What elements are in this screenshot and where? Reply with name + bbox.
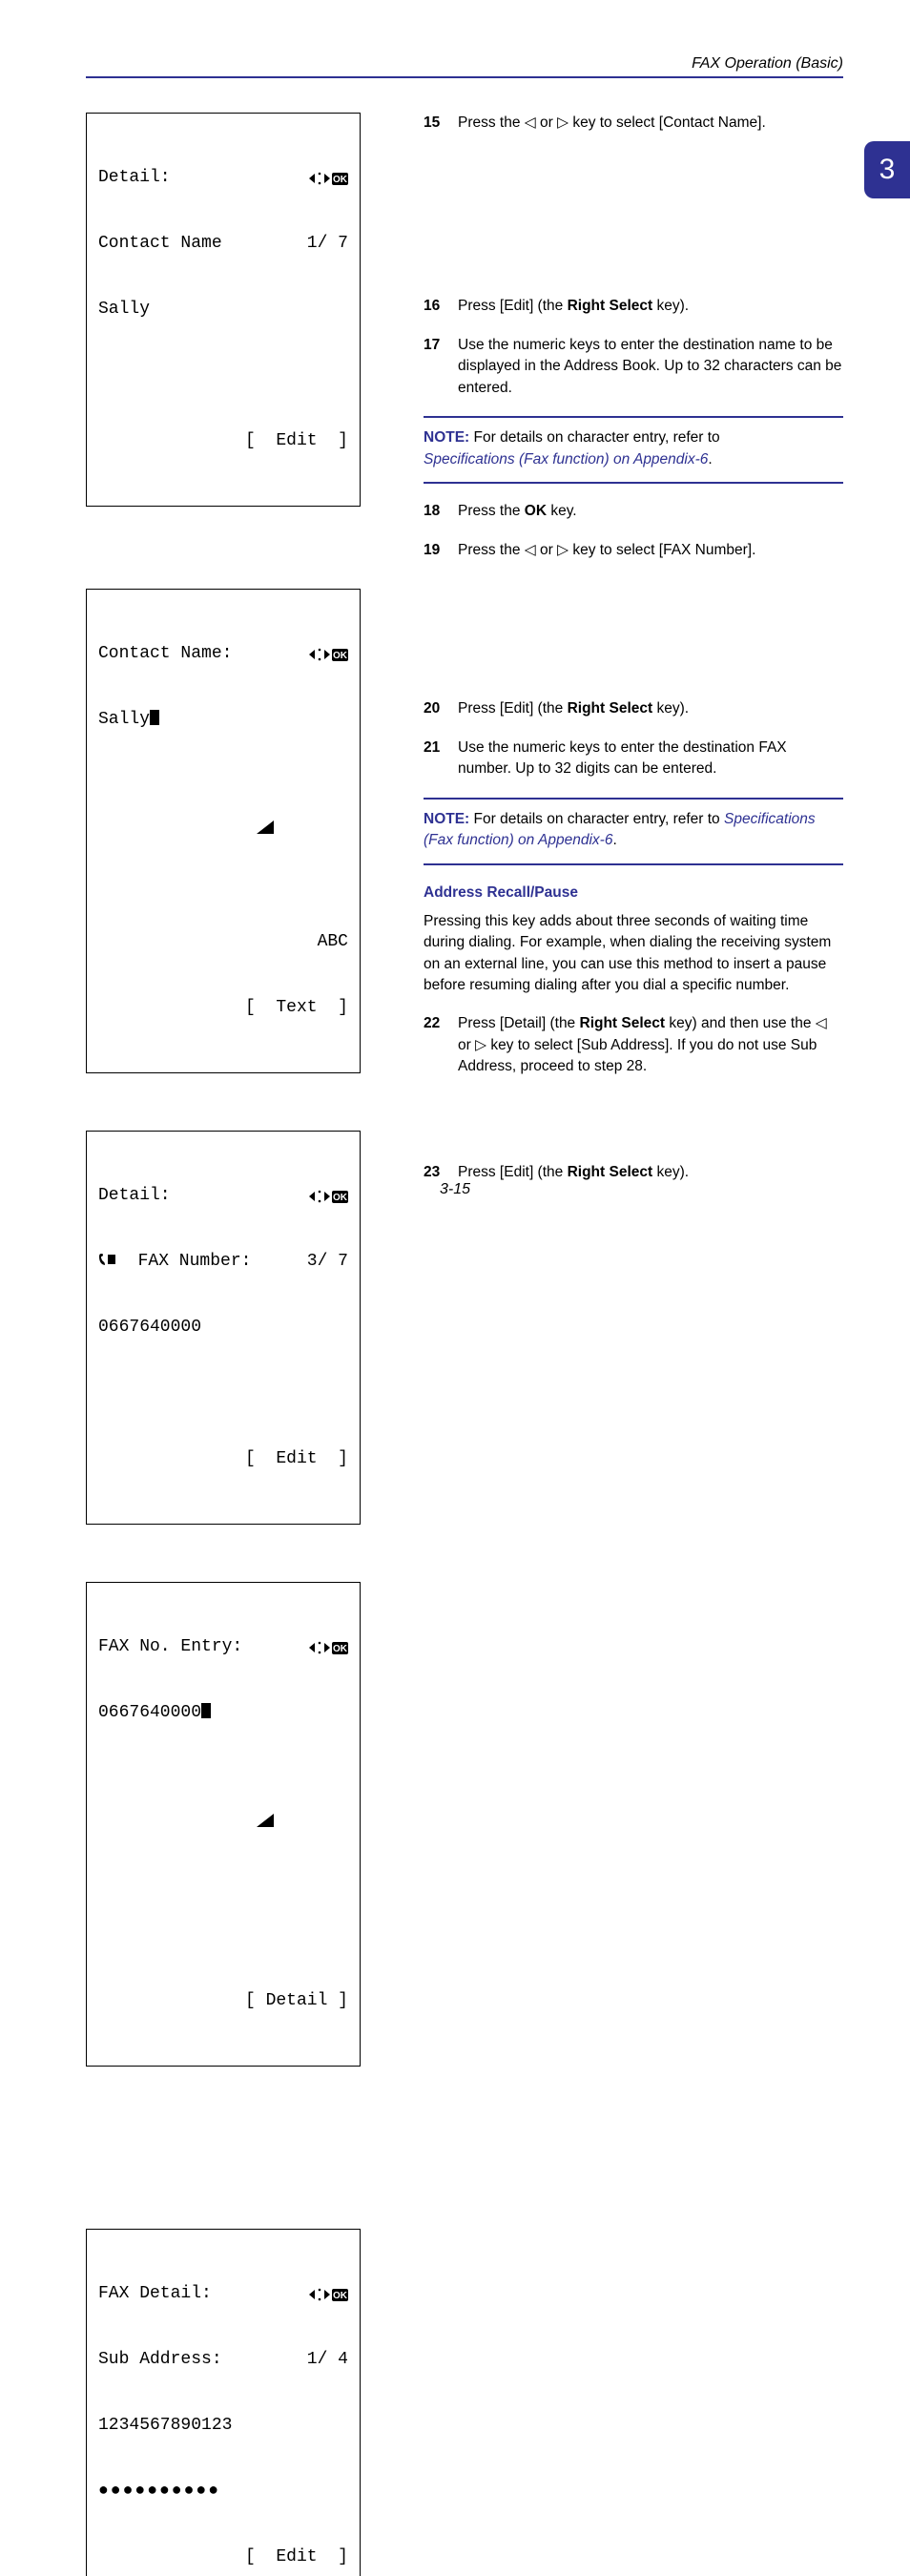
step-21: 21 Use the numeric keys to enter the des…: [424, 737, 843, 780]
step-15: 15 Press the ◁ or ▷ key to select [Conta…: [424, 113, 843, 134]
running-header: FAX Operation (Basic): [86, 55, 843, 78]
lcd-line: FAX Number:: [98, 1251, 251, 1273]
lcd-softkey: [ Text ]: [245, 997, 348, 1019]
note-text: For details on character entry, refer to: [469, 811, 724, 827]
step-number: 21: [424, 737, 450, 780]
step-text: Press [Edit] (the Right Select key).: [458, 296, 843, 317]
text-cursor-icon: [201, 1703, 211, 1718]
step-text: Press the ◁ or ▷ key to select [FAX Numb…: [458, 540, 843, 561]
chapter-tab: 3: [864, 141, 910, 198]
lcd-line: 1/ 7: [307, 233, 348, 255]
note-label: NOTE:: [424, 429, 469, 446]
lcd-contact-name-entry: Contact Name: OK Sally ABC [ Text ]: [86, 589, 361, 1073]
step-number: 16: [424, 296, 450, 317]
step-number: 19: [424, 540, 450, 561]
step-text: Use the numeric keys to enter the destin…: [458, 335, 843, 399]
step-19: 19 Press the ◁ or ▷ key to select [FAX N…: [424, 540, 843, 561]
step-23: 23 Press [Edit] (the Right Select key).: [424, 1162, 843, 1183]
step-number: 20: [424, 698, 450, 719]
note-link[interactable]: Specifications (Fax function) on Appendi…: [424, 451, 708, 467]
lcd-line: Sub Address:: [98, 2349, 222, 2371]
note-box: NOTE: For details on character entry, re…: [424, 798, 843, 865]
step-text: Press the ◁ or ▷ key to select [Contact …: [458, 113, 843, 134]
lcd-softkey: [ Detail ]: [245, 1990, 348, 2012]
step-number: 17: [424, 335, 450, 399]
step-number: 18: [424, 501, 450, 522]
lcd-softkey: [ Edit ]: [245, 2546, 348, 2568]
step-number: 23: [424, 1162, 450, 1183]
step-16: 16 Press [Edit] (the Right Select key).: [424, 296, 843, 317]
lcd-line: Contact Name:: [98, 643, 232, 665]
signal-icon: [173, 1817, 275, 1855]
lcd-line-masked: ●●●●●●●●●●: [98, 2482, 220, 2501]
lcd-line: Sally: [98, 300, 150, 319]
step-text: Press [Detail] (the Right Select key) an…: [458, 1013, 843, 1077]
step-number: 15: [424, 113, 450, 134]
lcd-line: Contact Name: [98, 233, 222, 255]
step-20: 20 Press [Edit] (the Right Select key).: [424, 698, 843, 719]
step-text: Use the numeric keys to enter the destin…: [458, 737, 843, 780]
lcd-column: Detail: OK Contact Name 1/ 7 Sally [ Edi…: [86, 113, 391, 2576]
lcd-line: ABC: [307, 931, 348, 953]
step-number: 22: [424, 1013, 450, 1077]
lcd-line: 0667640000: [98, 1703, 201, 1722]
signal-icon: [173, 823, 275, 862]
svg-text:OK: OK: [333, 2291, 348, 2301]
svg-text:OK: OK: [333, 1644, 348, 1654]
svg-text:OK: OK: [333, 651, 348, 661]
lcd-contact-detail: Detail: OK Contact Name 1/ 7 Sally [ Edi…: [86, 113, 361, 507]
lcd-fax-detail-subaddress: FAX Detail: OK Sub Address: 1/ 4 1234567…: [86, 2229, 361, 2576]
note-box: NOTE: For details on character entry, re…: [424, 416, 843, 484]
step-17: 17 Use the numeric keys to enter the des…: [424, 335, 843, 399]
lcd-line: 1234567890123: [98, 2416, 232, 2435]
note-text: For details on character entry, refer to: [469, 429, 719, 446]
lcd-line: Sally: [98, 710, 150, 729]
step-text: Press [Edit] (the Right Select key).: [458, 698, 843, 719]
page-number: 3-15: [0, 1181, 910, 1198]
lcd-line: FAX Detail:: [98, 2283, 212, 2305]
paragraph: Pressing this key adds about three secon…: [424, 911, 843, 997]
phone-fax-icon: [98, 1252, 117, 1271]
lcd-line: 3/ 7: [307, 1251, 348, 1273]
lcd-softkey: [ Edit ]: [245, 1448, 348, 1470]
lcd-line: 1/ 4: [307, 2349, 348, 2371]
nav-ok-icon: OK: [306, 167, 348, 189]
svg-text:OK: OK: [333, 175, 348, 185]
lcd-line: 0667640000: [98, 1318, 201, 1337]
note-text: .: [708, 451, 712, 467]
subheading: Address Recall/Pause: [424, 884, 843, 902]
step-text: Press the OK key.: [458, 501, 843, 522]
note-text: .: [612, 832, 616, 848]
note-label: NOTE:: [424, 811, 469, 827]
step-22: 22 Press [Detail] (the Right Select key)…: [424, 1013, 843, 1077]
step-18: 18 Press the OK key.: [424, 501, 843, 522]
lcd-fax-no-entry: FAX No. Entry: OK 0667640000 [ Detail ]: [86, 1582, 361, 2067]
lcd-softkey: [ Edit ]: [245, 430, 348, 452]
step-text: Press [Edit] (the Right Select key).: [458, 1162, 843, 1183]
lcd-line: FAX No. Entry:: [98, 1636, 242, 1658]
text-cursor-icon: [150, 710, 159, 725]
nav-ok-icon: OK: [306, 1636, 348, 1658]
lcd-line: Detail:: [98, 167, 171, 189]
nav-ok-icon: OK: [306, 643, 348, 665]
nav-ok-icon: OK: [306, 2283, 348, 2305]
